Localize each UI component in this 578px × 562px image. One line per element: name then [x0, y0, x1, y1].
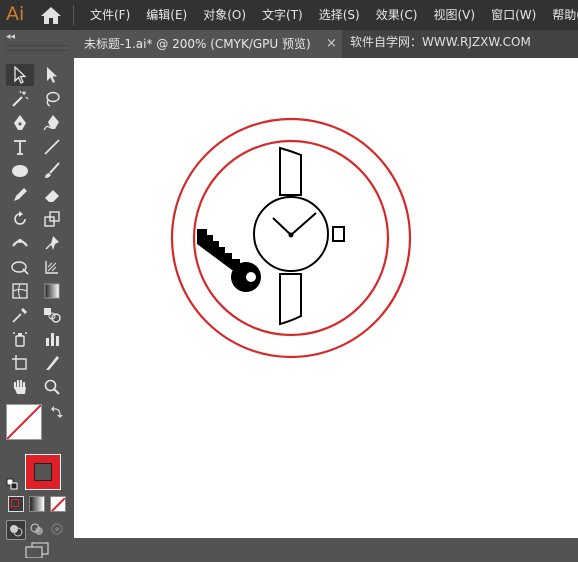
watch-strap-top	[279, 146, 302, 196]
document-tab-bar: 未标题-1.ai* @ 200% (CMYK/GPU 预览) × 软件自学网：W…	[74, 30, 578, 58]
document-tab-title: 未标题-1.ai* @ 200% (CMYK/GPU 预览)	[84, 37, 311, 51]
artwork	[170, 117, 412, 359]
paintbrush-tool-icon[interactable]	[38, 160, 66, 182]
watch-crown	[332, 226, 345, 242]
curvature-tool-icon[interactable]	[38, 112, 66, 134]
tools-panel: ◂◂	[0, 30, 74, 559]
close-tab-icon[interactable]: ×	[326, 30, 337, 58]
menu-divider	[73, 5, 74, 25]
magic-wand-tool-icon[interactable]	[6, 88, 34, 110]
menu-object[interactable]: 对象(O)	[195, 0, 254, 30]
draw-inside-icon[interactable]	[48, 520, 66, 538]
home-icon[interactable]	[40, 5, 62, 25]
menu-bar: Ai 文件(F) 编辑(E) 对象(O) 文字(T) 选择(S) 效果(C) 视…	[0, 0, 578, 30]
menu-view[interactable]: 视图(V)	[425, 0, 483, 30]
gradient-tool-icon[interactable]	[38, 280, 66, 302]
free-transform-tool-icon[interactable]	[6, 256, 34, 278]
menu-file[interactable]: 文件(F)	[82, 0, 138, 30]
line-segment-tool-icon[interactable]	[38, 136, 66, 158]
default-colors-icon[interactable]	[6, 475, 18, 490]
hand-tool-icon[interactable]	[6, 376, 34, 398]
pen-tool-icon[interactable]	[6, 112, 34, 134]
key-hole	[246, 272, 256, 282]
artboard-canvas[interactable]	[74, 58, 578, 538]
zoom-tool-icon[interactable]	[38, 376, 66, 398]
type-tool-icon[interactable]	[6, 136, 34, 158]
menu-type[interactable]: 文字(T)	[254, 0, 311, 30]
blend-tool-icon[interactable]	[38, 304, 66, 326]
menu-select[interactable]: 选择(S)	[311, 0, 368, 30]
eraser-tool-icon[interactable]	[38, 184, 66, 206]
column-graph-tool-icon[interactable]	[38, 328, 66, 350]
pencil-tool-icon[interactable]	[6, 184, 34, 206]
fill-swatch[interactable]	[6, 404, 42, 440]
watermark-text: 软件自学网：WWW.RJZXW.COM	[350, 35, 531, 49]
slice-tool-icon[interactable]	[38, 352, 66, 374]
draw-normal-icon[interactable]	[6, 520, 26, 540]
menu-effect[interactable]: 效果(C)	[368, 0, 426, 30]
direct-selection-tool-icon[interactable]	[38, 64, 66, 86]
eyedropper-tool-icon[interactable]	[6, 304, 34, 326]
key-blade	[197, 229, 240, 270]
document-tab[interactable]: 未标题-1.ai* @ 200% (CMYK/GPU 预览) ×	[74, 30, 342, 58]
lasso-tool-icon[interactable]	[38, 88, 66, 110]
color-mode-swatch	[11, 499, 19, 507]
stroke-swatch-inner	[34, 463, 52, 481]
scale-tool-icon[interactable]	[38, 208, 66, 230]
width-tool-icon[interactable]	[6, 232, 34, 254]
swap-fill-stroke-icon[interactable]	[50, 404, 64, 418]
puppet-warp-tool-icon[interactable]	[38, 232, 66, 254]
color-mode-button[interactable]	[8, 496, 24, 512]
rotate-tool-icon[interactable]	[6, 208, 34, 230]
symbol-sprayer-tool-icon[interactable]	[6, 328, 34, 350]
app-logo: Ai	[6, 3, 25, 25]
watch-strap-bottom	[279, 273, 302, 326]
collapse-panel-icon[interactable]: ◂◂	[6, 32, 15, 42]
gradient-mode-button[interactable]	[29, 496, 45, 512]
draw-behind-icon[interactable]	[28, 520, 46, 538]
selection-tool-icon[interactable]	[6, 64, 34, 86]
watch-pivot	[288, 232, 294, 238]
artboard-tool-icon[interactable]	[6, 352, 34, 374]
menu-window[interactable]: 窗口(W)	[483, 0, 544, 30]
mesh-tool-icon[interactable]	[6, 280, 34, 302]
ellipse-tool-icon[interactable]	[6, 160, 34, 182]
screen-mode-icon[interactable]	[24, 542, 50, 559]
shape-builder-tool-icon[interactable]	[38, 256, 66, 278]
menu-edit[interactable]: 编辑(E)	[138, 0, 195, 30]
menu-help[interactable]: 帮助(H)	[544, 0, 578, 30]
none-mode-button[interactable]	[50, 496, 66, 512]
panel-grip[interactable]	[6, 45, 68, 51]
stroke-swatch[interactable]	[25, 454, 61, 490]
main-menu: 文件(F) 编辑(E) 对象(O) 文字(T) 选择(S) 效果(C) 视图(V…	[82, 0, 578, 30]
